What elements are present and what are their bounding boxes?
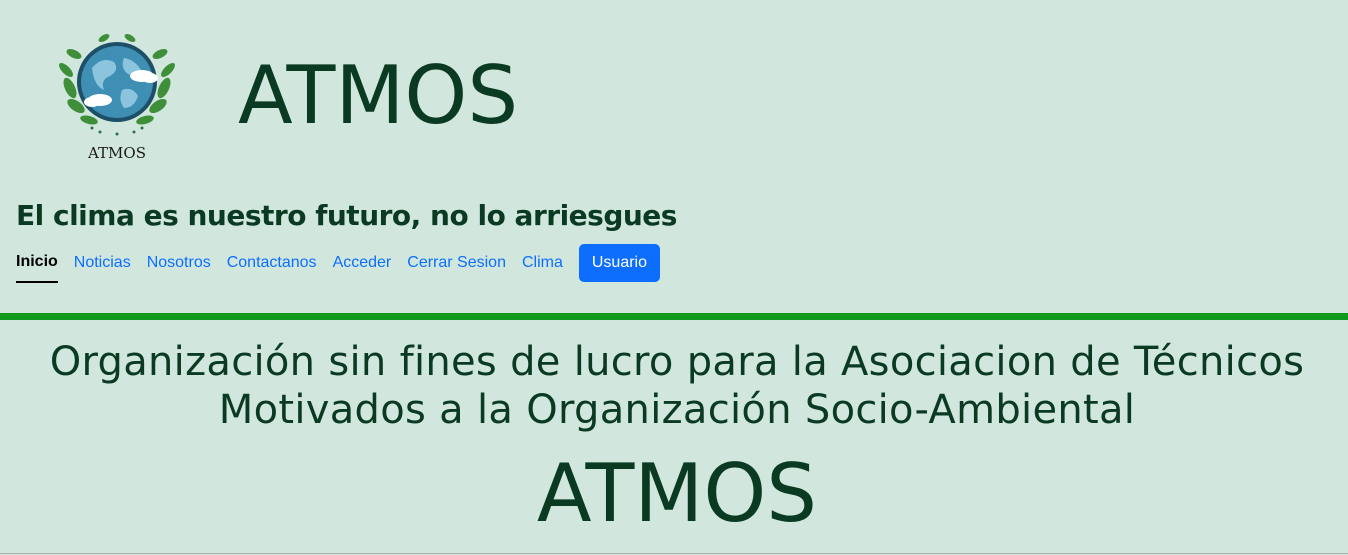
site-title: ATMOS [238,49,519,142]
main-nav: Inicio Noticias Nosotros Contactanos Acc… [16,242,660,284]
nav-inicio[interactable]: Inicio [16,243,58,283]
nav-cerrar-sesion[interactable]: Cerrar Sesion [407,243,506,283]
mission-statement: Organización sin fines de lucro para la … [0,338,1348,434]
nav-nosotros[interactable]: Nosotros [147,243,211,283]
atmos-logo[interactable]: ATMOS [52,28,182,168]
hero-title: ATMOS [536,447,818,540]
tagline: El clima es nuestro futuro, no lo arries… [16,199,677,232]
usuario-button[interactable]: Usuario [578,244,660,282]
mission-line-2: Motivados a la Organización Socio-Ambien… [218,387,1136,433]
nav-noticias[interactable]: Noticias [74,243,131,283]
page: ATMOS ATMOS El clima es nuestro futuro, … [0,0,1348,555]
nav-acceder[interactable]: Acceder [333,243,392,283]
bottom-rule [0,553,1348,554]
globe-wreath-icon [59,34,175,136]
nav-contactanos[interactable]: Contactanos [227,243,317,283]
mission-line-1: Organización sin fines de lucro para la … [49,339,1305,385]
nav-clima[interactable]: Clima [522,243,563,283]
section-divider [0,313,1348,320]
logo-caption: ATMOS [88,144,146,162]
